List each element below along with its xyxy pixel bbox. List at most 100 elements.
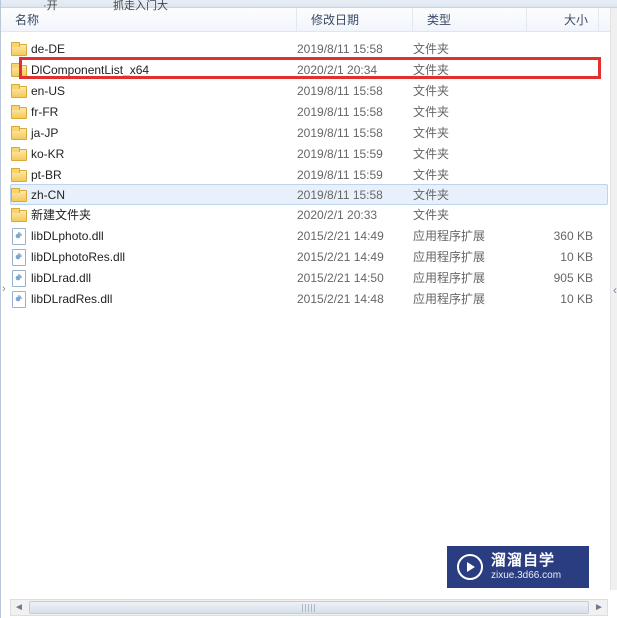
file-name-label: libDLphotoRes.dll [31, 250, 125, 264]
dll-file-icon [11, 270, 27, 286]
column-header-type[interactable]: 类型 [413, 8, 527, 31]
column-headers: 名称 修改日期 类型 大小 [1, 8, 617, 32]
toolbar-fragment: ·开 抓走入门大 [1, 0, 617, 8]
cell-name: libDLphoto.dll [11, 228, 297, 244]
folder-icon [11, 168, 27, 182]
cell-date: 2015/2/21 14:50 [297, 271, 413, 285]
file-name-label: libDLrad.dll [31, 271, 91, 285]
cell-type: 应用程序扩展 [413, 227, 527, 244]
right-edge [610, 8, 617, 590]
file-row[interactable]: en-US 2019/8/11 15:58文件夹 [1, 80, 617, 101]
watermark-badge: 溜溜自学 zixue.3d66.com [447, 546, 589, 588]
dll-file-icon [11, 291, 27, 307]
cell-type: 应用程序扩展 [413, 269, 527, 286]
file-row[interactable]: pt-BR 2019/8/11 15:59文件夹 [1, 164, 617, 185]
file-row[interactable]: de-DE 2019/8/11 15:58文件夹 [1, 38, 617, 59]
cell-size: 10 KB [527, 292, 593, 306]
cell-type: 文件夹 [413, 61, 527, 78]
file-name-label: DlComponentList_x64 [31, 63, 149, 77]
file-row[interactable]: DlComponentList_x64 2020/2/1 20:34文件夹 [1, 59, 617, 80]
cell-date: 2019/8/11 15:58 [297, 126, 413, 140]
cell-date: 2015/2/21 14:49 [297, 229, 413, 243]
file-name-label: ko-KR [31, 147, 64, 161]
file-name-label: en-US [31, 84, 65, 98]
play-circle-icon [457, 554, 483, 580]
cell-date: 2019/8/11 15:59 [297, 147, 413, 161]
cell-type: 文件夹 [413, 40, 527, 57]
toolbar-text-left: ·开 [43, 0, 58, 13]
cell-name: ko-KR [11, 147, 297, 161]
explorer-window: ·开 抓走入门大 名称 修改日期 类型 大小 de-DE 2019/8/11 15… [0, 0, 617, 618]
folder-icon [11, 188, 27, 202]
toolbar-text-right: 抓走入门大 [113, 0, 168, 13]
file-row[interactable]: libDLradRes.dll 2015/2/21 14:48应用程序扩展10 K… [1, 288, 617, 309]
file-name-label: de-DE [31, 42, 65, 56]
cell-date: 2019/8/11 15:58 [297, 105, 413, 119]
file-row[interactable]: zh-CN 2019/8/11 15:58文件夹 [10, 184, 608, 205]
cell-name: de-DE [11, 42, 297, 56]
folder-icon [11, 147, 27, 161]
file-name-label: libDLradRes.dll [31, 292, 112, 306]
cell-date: 2019/8/11 15:58 [297, 42, 413, 56]
cell-size: 360 KB [527, 229, 593, 243]
folder-icon [11, 105, 27, 119]
file-row[interactable]: libDLphoto.dll 2015/2/21 14:49应用程序扩展360 K… [1, 225, 617, 246]
cell-date: 2020/2/1 20:33 [297, 208, 413, 222]
file-name-label: zh-CN [31, 188, 65, 202]
folder-icon [11, 63, 27, 77]
cell-date: 2019/8/11 15:58 [297, 188, 413, 202]
cell-date: 2015/2/21 14:49 [297, 250, 413, 264]
cell-type: 文件夹 [413, 124, 527, 141]
folder-icon [11, 126, 27, 140]
file-row[interactable]: libDLphotoRes.dll 2015/2/21 14:49应用程序扩展10… [1, 246, 617, 267]
cell-name: 新建文件夹 [11, 206, 297, 223]
file-name-label: libDLphoto.dll [31, 229, 104, 243]
file-name-label: ja-JP [31, 126, 58, 140]
cell-name: fr-FR [11, 105, 297, 119]
file-row[interactable]: 新建文件夹2020/2/1 20:33文件夹 [1, 204, 617, 225]
cell-name: pt-BR [11, 168, 297, 182]
folder-icon [11, 84, 27, 98]
watermark-text: 溜溜自学 zixue.3d66.com [491, 552, 561, 582]
cell-size: 905 KB [527, 271, 593, 285]
file-row[interactable]: ja-JP 2019/8/11 15:58文件夹 [1, 122, 617, 143]
cell-type: 文件夹 [413, 145, 527, 162]
cell-type: 文件夹 [413, 82, 527, 99]
cell-name: libDLrad.dll [11, 270, 297, 286]
horizontal-scrollbar[interactable]: ◄ ► [10, 599, 608, 616]
cell-date: 2015/2/21 14:48 [297, 292, 413, 306]
cell-date: 2020/2/1 20:34 [297, 63, 413, 77]
watermark-subtitle: zixue.3d66.com [491, 570, 561, 582]
file-name-label: pt-BR [31, 168, 62, 182]
cell-type: 应用程序扩展 [413, 248, 527, 265]
cell-type: 应用程序扩展 [413, 290, 527, 307]
cell-name: libDLphotoRes.dll [11, 249, 297, 265]
scroll-right-arrow-icon[interactable]: ► [591, 600, 607, 615]
file-list: de-DE2019/8/11 15:58文件夹DlComponentList_x… [1, 32, 617, 309]
cell-type: 文件夹 [413, 186, 527, 203]
cell-name: libDLradRes.dll [11, 291, 297, 307]
dll-file-icon [11, 228, 27, 244]
folder-icon [11, 42, 27, 56]
scroll-left-arrow-icon[interactable]: ◄ [11, 600, 27, 615]
left-pane-toggle[interactable]: › [2, 283, 8, 293]
scrollbar-thumb[interactable] [29, 601, 589, 614]
cell-date: 2019/8/11 15:58 [297, 84, 413, 98]
file-row[interactable]: libDLrad.dll 2015/2/21 14:50应用程序扩展905 KB [1, 267, 617, 288]
file-row[interactable]: ko-KR 2019/8/11 15:59文件夹 [1, 143, 617, 164]
watermark-title: 溜溜自学 [491, 552, 561, 570]
file-row[interactable]: fr-FR 2019/8/11 15:58文件夹 [1, 101, 617, 122]
folder-icon [11, 208, 27, 222]
cell-type: 文件夹 [413, 206, 527, 223]
file-name-label: fr-FR [31, 105, 58, 119]
preview-pane-toggle[interactable]: ‹ [613, 283, 617, 297]
cell-type: 文件夹 [413, 166, 527, 183]
cell-name: zh-CN [11, 188, 297, 202]
cell-name: DlComponentList_x64 [11, 63, 297, 77]
dll-file-icon [11, 249, 27, 265]
cell-type: 文件夹 [413, 103, 527, 120]
column-header-size[interactable]: 大小 [527, 8, 599, 31]
cell-date: 2019/8/11 15:59 [297, 168, 413, 182]
column-header-date[interactable]: 修改日期 [297, 8, 413, 31]
cell-size: 10 KB [527, 250, 593, 264]
